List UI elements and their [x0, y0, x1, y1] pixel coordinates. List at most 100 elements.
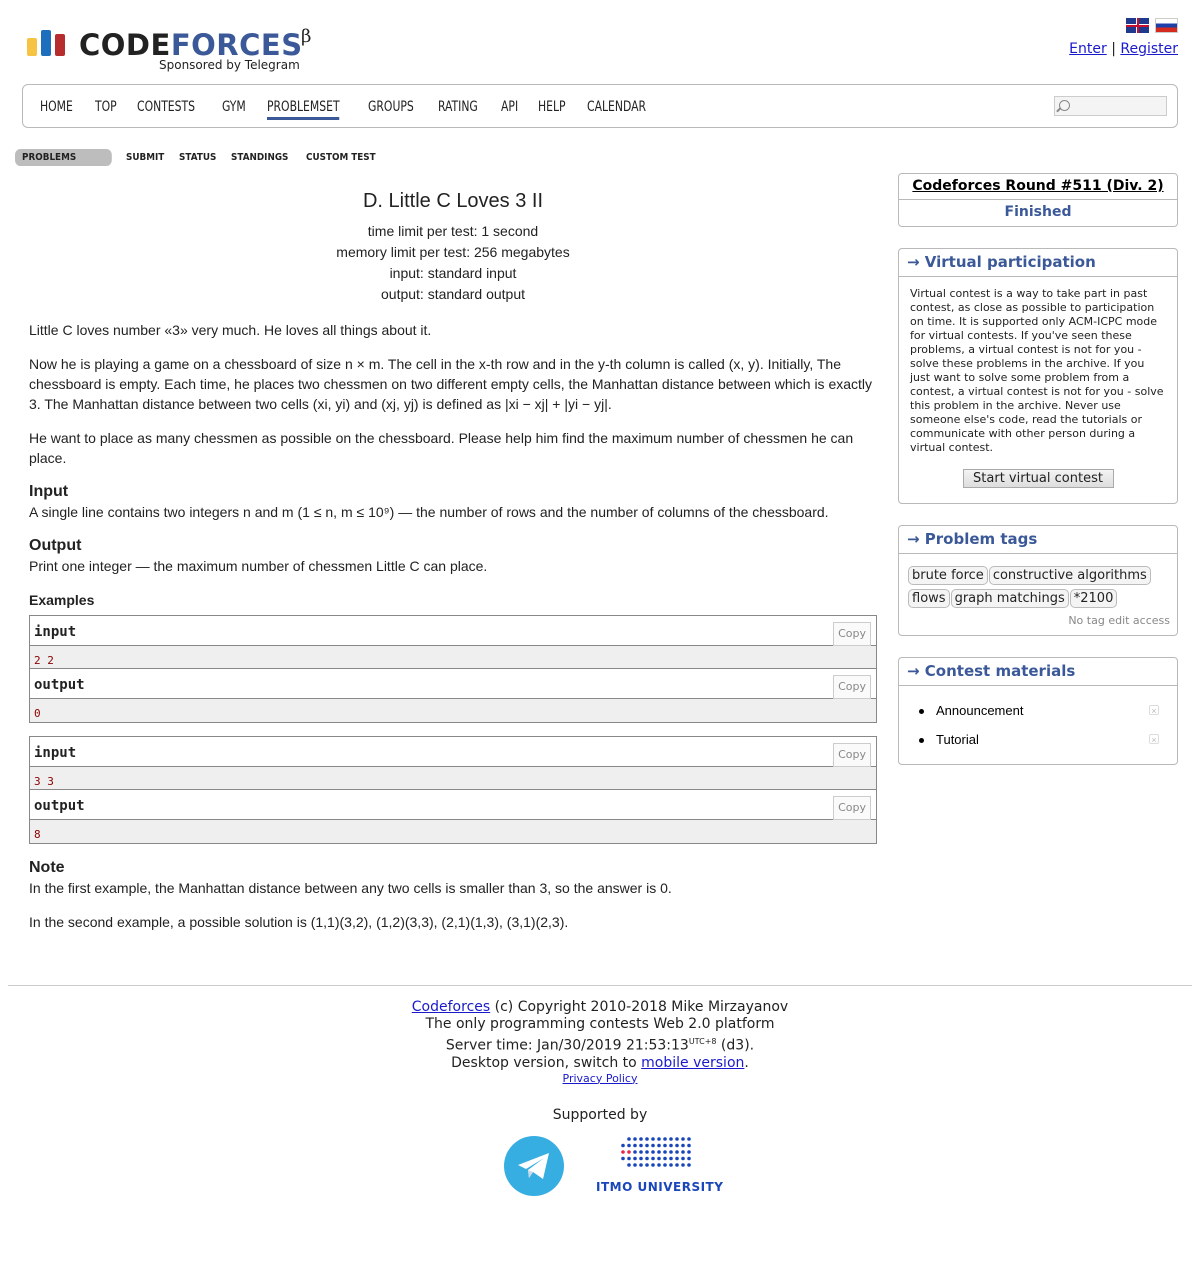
copy-button[interactable]: Copy — [833, 675, 871, 699]
telegram-logo-icon[interactable] — [504, 1136, 564, 1196]
examples-title: Examples — [29, 592, 95, 608]
logo-sponsor: Sponsored by Telegram — [159, 58, 300, 72]
itmo-logo-icon[interactable] — [617, 1134, 697, 1170]
contest-materials-caption: → Contest materials — [899, 658, 1177, 686]
problem-submenu: PROBLEMS SUBMIT STATUS STANDINGS CUSTOM TEST — [15, 148, 389, 167]
time-limit: time limit per test: 1 second — [367, 223, 539, 239]
privacy-policy-link[interactable]: Privacy Policy — [563, 1072, 638, 1085]
main-menu: HOME TOP CONTESTS GYM PROBLEMSET GROUPS RATING… — [22, 84, 1178, 128]
server-time: Server time: Jan/30/2019 21:53:13UTC+8 (… — [445, 1037, 755, 1054]
example-output-data: 8 — [30, 820, 876, 843]
output-section-text: Print one integer — the maximum number o… — [29, 558, 488, 574]
problem-tag[interactable]: brute force — [908, 566, 988, 585]
problem-body: Little C loves number «3» very much. He … — [29, 320, 877, 932]
register-link[interactable]: Register — [1120, 41, 1178, 57]
menu-item-help[interactable]: HELP — [538, 99, 566, 120]
note-paragraph: In the second example, a possible soluti… — [29, 914, 569, 930]
example-block: input Copy 3 3 output Copy 8 — [29, 736, 877, 844]
example-output-header: output Copy — [30, 669, 876, 699]
menu-item-top[interactable]: TOP — [95, 99, 117, 120]
mobile-version-link[interactable]: mobile version — [641, 1055, 744, 1071]
footer-divider — [8, 985, 1192, 986]
note-paragraph: In the first example, the Manhattan dist… — [29, 880, 672, 896]
example-output-header: output Copy — [30, 790, 876, 820]
problem-tag[interactable]: flows — [908, 589, 950, 608]
contest-round-box: Codeforces Round #511 (Div. 2) Finished — [898, 173, 1178, 227]
problem-tag[interactable]: constructive algorithms — [988, 566, 1151, 585]
copy-button[interactable]: Copy — [833, 743, 871, 767]
statement-paragraph: Little C loves number «3» very much. He … — [29, 322, 432, 338]
contest-material-link[interactable]: Announcement — [936, 703, 1023, 718]
example-input-label: input — [34, 745, 77, 761]
problem-tag[interactable]: *2100 — [1069, 589, 1118, 608]
submenu-item-status[interactable]: STATUS — [172, 149, 223, 166]
enter-link[interactable]: Enter — [1069, 41, 1107, 57]
close-icon[interactable]: × — [1149, 705, 1159, 716]
output-section-title: Output — [29, 537, 82, 554]
russian-flag-icon[interactable] — [1155, 18, 1178, 33]
menu-item-home[interactable]: HOME — [40, 99, 73, 120]
auth-links: Enter | Register — [1069, 41, 1178, 57]
round-status: Finished — [1004, 204, 1072, 220]
problem-tags-box: → Problem tags brute force constructive a… — [898, 525, 1178, 636]
menu-item-api[interactable]: API — [501, 99, 518, 120]
start-virtual-contest-button[interactable]: Start virtual contest — [962, 469, 1114, 488]
example-output-data: 0 — [30, 699, 876, 722]
example-input-data: 2 2 — [30, 646, 876, 669]
submenu-item-custom-test[interactable]: CUSTOM TEST — [299, 149, 383, 166]
footer-copyright: Codeforces (c) Copyright 2010-2018 Mike … — [411, 999, 789, 1015]
example-input-data: 3 3 — [30, 767, 876, 790]
logo-text: CODEFORCES — [79, 28, 303, 62]
input-spec: input: standard input — [389, 265, 517, 281]
examples: input Copy 2 2 output Copy 0 input Copy 3 3 outpu… — [29, 615, 877, 844]
problem-title: D. Little C Loves 3 II — [362, 190, 544, 212]
menu-item-calendar[interactable]: CALENDAR — [587, 99, 646, 120]
search-icon — [1059, 100, 1070, 111]
menu-item-contests[interactable]: CONTESTS — [137, 99, 195, 120]
tag-edit-note: No tag edit access — [1068, 614, 1170, 627]
contest-material-link[interactable]: Tutorial — [936, 732, 979, 747]
example-block: input Copy 2 2 output Copy 0 — [29, 615, 877, 723]
round-title-link[interactable]: Codeforces Round #511 (Div. 2) — [899, 178, 1177, 194]
problem-statement: D. Little C Loves 3 II time limit per te… — [29, 190, 877, 946]
supported-by: Supported by — [552, 1107, 648, 1123]
memory-limit: memory limit per test: 256 megabytes — [336, 244, 570, 260]
statement-paragraph: He want to place as many chessmen as pos… — [29, 430, 854, 466]
contest-materials-list: Announcement × Tutorial × — [899, 686, 1177, 754]
divider — [899, 199, 1177, 200]
statement-paragraph: Now he is playing a game on a chessboard… — [29, 356, 873, 412]
itmo-university-logo-text: ITMO UNIVERSITY — [596, 1180, 724, 1194]
example-output-label: output — [34, 677, 85, 693]
contest-materials-box: → Contest materials Announcement × Tutoria… — [898, 657, 1178, 765]
problem-tags: brute force constructive algorithms flows g… — [899, 554, 1177, 612]
contest-material-item: Tutorial × — [919, 725, 1169, 754]
input-section-text: A single line contains two integers n an… — [29, 504, 829, 520]
problem-tag[interactable]: graph matchings — [950, 589, 1069, 608]
problem-limits: time limit per test: 1 second memory lim… — [29, 221, 877, 305]
search-input[interactable] — [1054, 96, 1167, 116]
english-flag-icon[interactable] — [1126, 18, 1149, 33]
codeforces-link[interactable]: Codeforces — [412, 999, 490, 1015]
footer: Codeforces (c) Copyright 2010-2018 Mike … — [0, 999, 1200, 1086]
header: CODEFORCES β Sponsored by Telegram Enter… — [0, 0, 1200, 84]
submenu-item-problems[interactable]: PROBLEMS — [15, 149, 112, 166]
logo-bars-icon — [27, 30, 69, 56]
submenu-item-standings[interactable]: STANDINGS — [224, 149, 295, 166]
output-spec: output: standard output — [381, 286, 525, 302]
menu-item-rating[interactable]: RATING — [438, 99, 478, 120]
close-icon[interactable]: × — [1149, 734, 1159, 745]
contest-material-item: Announcement × — [919, 696, 1169, 725]
example-input-label: input — [34, 624, 77, 640]
copy-button[interactable]: Copy — [833, 622, 871, 646]
menu-item-groups[interactable]: GROUPS — [368, 99, 414, 120]
copy-button[interactable]: Copy — [833, 796, 871, 820]
submenu-item-submit[interactable]: SUBMIT — [119, 149, 171, 166]
codeforces-logo[interactable]: CODEFORCES β Sponsored by Telegram — [27, 26, 327, 76]
input-section-title: Input — [29, 483, 69, 500]
main-menu-items: HOME TOP CONTESTS GYM PROBLEMSET GROUPS RATING… — [40, 99, 673, 120]
problem-tags-caption: → Problem tags — [899, 526, 1177, 554]
logo-beta: β — [301, 26, 312, 47]
menu-item-problemset[interactable]: PROBLEMSET — [266, 99, 340, 120]
virtual-participation-caption: → Virtual participation — [899, 249, 1177, 277]
menu-item-gym[interactable]: GYM — [222, 99, 246, 120]
